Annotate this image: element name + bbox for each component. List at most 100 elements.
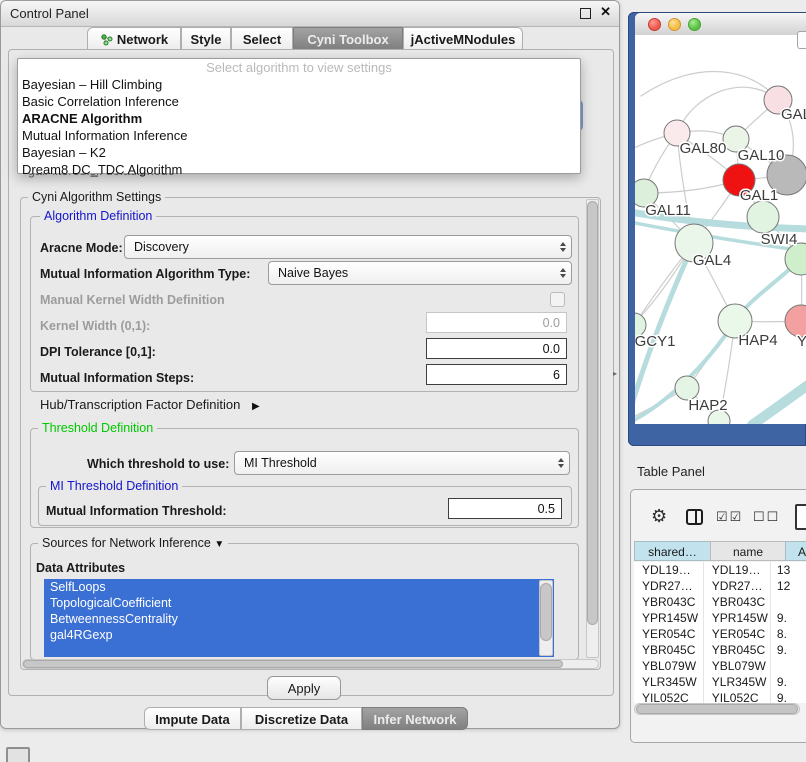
node-label: GCY1: [635, 333, 675, 350]
table-cell: YDR27…: [634, 578, 703, 594]
collapsed-arrow-icon[interactable]: ▶: [252, 401, 260, 412]
attribute-item[interactable]: TopologicalCoefficient: [44, 595, 554, 611]
tab-discretize-data[interactable]: Discretize Data: [241, 707, 362, 730]
data-attributes-label: Data Attributes: [36, 561, 125, 575]
control-panel-titlebar[interactable]: Control Panel ✕: [1, 1, 619, 27]
tab-jactivemnodules[interactable]: jActiveMNodules: [403, 27, 523, 50]
algorithm-option[interactable]: Dream8 DC_TDC Algorithm: [18, 161, 580, 178]
apply-button[interactable]: Apply: [267, 676, 341, 700]
table-cell: 9.: [770, 610, 806, 626]
node-label: GAL10: [738, 147, 785, 164]
spinner-arrows-icon: [560, 262, 566, 284]
table-hscroll-thumb[interactable]: [636, 704, 798, 714]
settings-vscroll-thumb[interactable]: [587, 201, 598, 625]
close-icon[interactable]: ✕: [600, 4, 611, 20]
table-cell: [770, 594, 806, 610]
table-cell: YBR043C: [634, 594, 703, 610]
table-row[interactable]: YER054CYER054C8.: [634, 626, 806, 642]
which-threshold-label: Which threshold to use:: [87, 457, 229, 471]
zoom-traffic-light[interactable]: [688, 18, 701, 31]
kernel-width-label: Kernel Width (0,1):: [40, 319, 150, 333]
table-row[interactable]: YDL19…YDL19…13: [634, 562, 806, 578]
manual-kernel-label: Manual Kernel Width Definition: [40, 293, 225, 307]
node-label: Y: [797, 333, 806, 350]
table-row[interactable]: YIL052CYIL052C9.: [634, 690, 806, 703]
node-label: SWI4: [761, 231, 798, 248]
attribute-list-scroll-thumb[interactable]: [540, 583, 552, 641]
column-header-partial[interactable]: A: [785, 541, 806, 561]
collapsed-panel-button[interactable]: [6, 747, 30, 762]
algorithm-dropdown: Select algorithm to view settings Bayesi…: [17, 58, 581, 174]
dpi-tolerance-field[interactable]: 0.0: [426, 338, 567, 359]
deselect-columns-icon[interactable]: ☐☐: [753, 509, 780, 525]
table-row[interactable]: YPR145WYPR145W9.: [634, 610, 806, 626]
node-label: GAL: [781, 106, 806, 123]
table-cell: 9.: [770, 690, 806, 703]
split-columns-icon[interactable]: [686, 509, 703, 525]
table-cell: YBR045C: [634, 642, 703, 658]
expanded-arrow-icon[interactable]: ▼: [214, 539, 224, 550]
algorithm-option[interactable]: Bayesian – K2: [18, 144, 580, 161]
network-view-titlebar[interactable]: [635, 13, 806, 36]
algorithm-option[interactable]: Bayesian – Hill Climbing: [18, 76, 580, 93]
spinner-arrows-icon: [558, 452, 564, 474]
table-cell: 8.: [770, 626, 806, 642]
manual-kernel-checkbox[interactable]: [550, 292, 565, 307]
node-label: GAL80: [680, 140, 727, 157]
attribute-item[interactable]: gal4RGexp: [44, 627, 554, 643]
table-row[interactable]: YDR27…YDR27…12: [634, 578, 806, 594]
settings-hscroll-thumb[interactable]: [23, 660, 563, 668]
mi-type-combo[interactable]: Naive Bayes: [268, 261, 572, 285]
tab-network[interactable]: Network: [87, 27, 181, 50]
attribute-item[interactable]: BetweennessCentrality: [44, 611, 554, 627]
document-icon[interactable]: [795, 504, 806, 530]
node-table-body: YDL19…YDL19…13YDR27…YDR27…12YBR043CYBR04…: [634, 562, 806, 703]
dropdown-prompt: Select algorithm to view settings: [18, 59, 580, 76]
mi-threshold-field[interactable]: 0.5: [448, 498, 562, 519]
node-label: HAP4: [738, 332, 777, 349]
close-traffic-light[interactable]: [648, 18, 661, 31]
table-cell: YER054C: [703, 626, 770, 642]
column-header-shared-name[interactable]: shared…: [634, 541, 711, 561]
node-label: GAL4: [693, 252, 731, 269]
network-canvas[interactable]: GALGAL80GAL10GAL1GAL11SWI4GAL4GCY1HAP4YH…: [635, 35, 806, 424]
data-attributes-list[interactable]: SelfLoopsTopologicalCoefficientBetweenne…: [44, 579, 554, 657]
mi-steps-label: Mutual Information Steps:: [40, 371, 194, 385]
spinner-arrows-icon: [560, 236, 566, 258]
mi-threshold-label: Mutual Information Threshold:: [46, 504, 227, 518]
algorithm-option[interactable]: ARACNE Algorithm: [18, 110, 580, 127]
attribute-item[interactable]: SelfLoops: [44, 579, 554, 595]
tab-cyni-toolbox[interactable]: Cyni Toolbox: [293, 27, 403, 50]
table-cell: YDR27…: [703, 578, 770, 594]
table-row[interactable]: YBL079WYBL079W: [634, 658, 806, 674]
mi-steps-field[interactable]: 6: [426, 364, 567, 385]
tab-impute-data[interactable]: Impute Data: [144, 707, 241, 730]
network-node[interactable]: [747, 201, 779, 233]
select-all-columns-icon[interactable]: ☑☑: [716, 509, 743, 525]
tab-select[interactable]: Select: [231, 27, 293, 50]
aracne-mode-label: Aracne Mode:: [40, 241, 123, 255]
table-row[interactable]: YBR045CYBR045C9.: [634, 642, 806, 658]
tab-style[interactable]: Style: [181, 27, 231, 50]
algorithm-option[interactable]: Basic Correlation Inference: [18, 93, 580, 110]
table-cell: 12: [770, 578, 806, 594]
table-row[interactable]: YLR345WYLR345W9.: [634, 674, 806, 690]
desktop: Control Panel ✕ Network Style Select Cyn…: [0, 0, 806, 762]
minimize-traffic-light[interactable]: [668, 18, 681, 31]
mi-threshold-title: MI Threshold Definition: [46, 480, 182, 493]
algorithm-option[interactable]: Mutual Information Inference: [18, 127, 580, 144]
settings-gear-icon[interactable]: ⚙: [651, 506, 667, 527]
which-threshold-combo[interactable]: MI Threshold: [234, 451, 570, 475]
split-pane-grip[interactable]: ▸: [613, 369, 617, 378]
restore-icon[interactable]: [580, 8, 591, 19]
kernel-width-field[interactable]: 0.0: [426, 312, 567, 333]
tab-infer-network[interactable]: Infer Network: [362, 707, 468, 730]
aracne-mode-combo[interactable]: Discovery: [124, 235, 572, 259]
algorithm-definition-title: Algorithm Definition: [40, 210, 156, 223]
column-header-name[interactable]: name: [710, 541, 786, 561]
sources-title[interactable]: Sources for Network Inference ▼: [38, 537, 228, 551]
hub-definition-toggle[interactable]: Hub/Transcription Factor Definition ▶: [40, 398, 260, 414]
aracne-mode-value: Discovery: [134, 240, 189, 254]
table-row[interactable]: YBR043CYBR043C: [634, 594, 806, 610]
table-cell: YER054C: [634, 626, 703, 642]
